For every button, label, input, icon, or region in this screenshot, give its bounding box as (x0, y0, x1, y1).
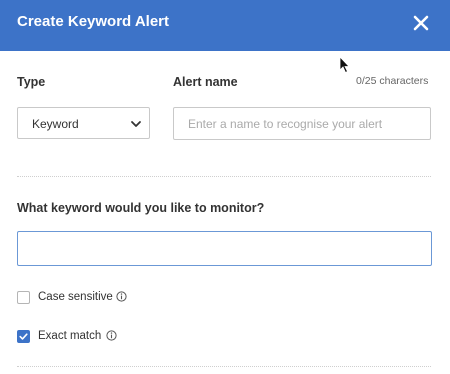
mouse-pointer-icon (339, 56, 350, 74)
keyword-input[interactable] (17, 231, 432, 266)
info-icon[interactable] (116, 291, 127, 302)
dialog-title: Create Keyword Alert (17, 13, 169, 30)
close-icon (413, 15, 429, 31)
chevron-down-icon (131, 121, 141, 127)
close-button[interactable] (410, 12, 432, 34)
dialog-header: Create Keyword Alert (0, 0, 450, 51)
alert-name-input[interactable] (173, 107, 431, 140)
info-icon[interactable] (106, 330, 117, 341)
exact-match-option[interactable]: Exact match (17, 330, 127, 346)
exact-match-label: Exact match (38, 330, 102, 342)
type-label: Type (17, 75, 46, 89)
case-sensitive-option[interactable]: Case sensitive (17, 291, 137, 307)
exact-match-checkbox[interactable] (17, 330, 30, 343)
section-divider (17, 176, 431, 177)
case-sensitive-label: Case sensitive (38, 291, 113, 303)
type-select[interactable]: Keyword (17, 107, 150, 139)
case-sensitive-checkbox[interactable] (17, 291, 30, 304)
checkmark-icon (19, 333, 28, 340)
character-counter: 0/25 characters (356, 75, 429, 87)
section-divider (17, 366, 431, 367)
alert-name-label: Alert name (173, 75, 238, 89)
keyword-question: What keyword would you like to monitor? (17, 201, 265, 215)
type-select-value: Keyword (32, 117, 79, 131)
